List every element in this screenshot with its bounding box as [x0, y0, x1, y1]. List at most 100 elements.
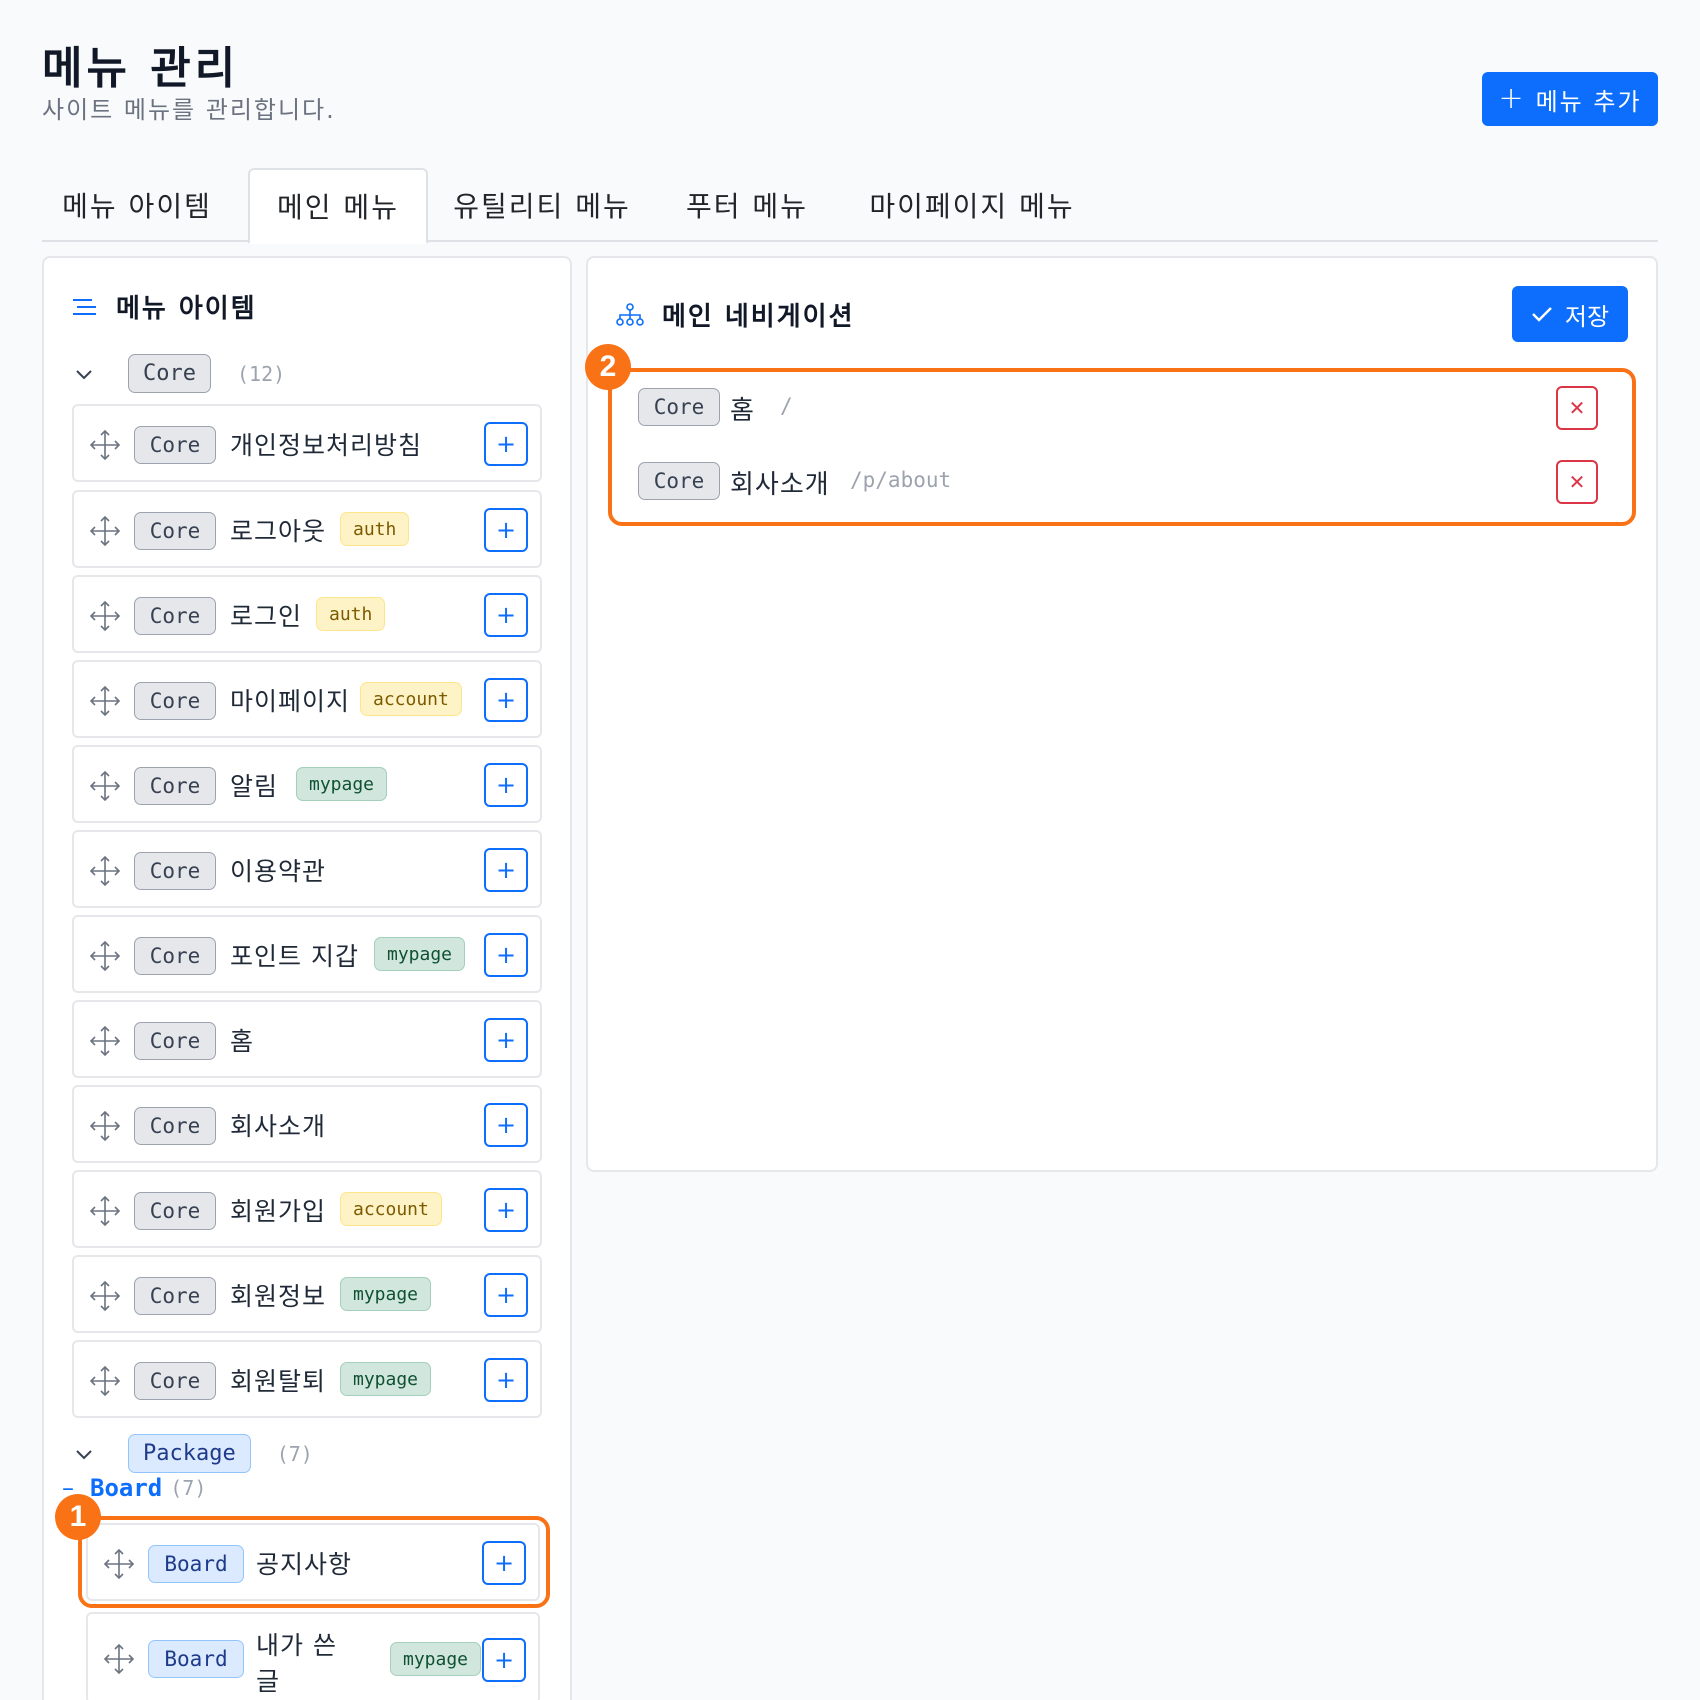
source-badge: Core: [134, 1277, 216, 1315]
menu-item-row[interactable]: Core 개인정보처리방침 +: [72, 404, 542, 482]
tab-mypage-menu[interactable]: 마이페이지 메뉴: [852, 168, 1092, 242]
check-icon: [1532, 307, 1552, 322]
menu-item-row[interactable]: Core 홈 +: [72, 1000, 542, 1078]
add-menu-button[interactable]: + 메뉴 추가: [1482, 72, 1658, 126]
move-icon[interactable]: [88, 599, 122, 633]
move-icon[interactable]: [88, 939, 122, 973]
add-item-button[interactable]: +: [484, 848, 528, 892]
menu-item-row[interactable]: Core 포인트 지갑 mypage +: [72, 915, 542, 993]
item-tag: account: [360, 682, 462, 716]
move-icon[interactable]: [88, 1024, 122, 1058]
add-item-button[interactable]: +: [484, 933, 528, 977]
add-item-button[interactable]: +: [482, 1638, 526, 1682]
add-item-button[interactable]: +: [484, 1358, 528, 1402]
move-icon[interactable]: [88, 1364, 122, 1398]
add-item-button[interactable]: +: [484, 678, 528, 722]
add-item-button[interactable]: +: [484, 593, 528, 637]
menu-item-row[interactable]: Core 회원탈퇴 mypage +: [72, 1340, 542, 1418]
menu-items-panel-header: 메뉴 아이템: [72, 288, 257, 325]
add-item-button[interactable]: +: [484, 1018, 528, 1062]
sitemap-icon: [616, 302, 644, 326]
item-label: 알림: [230, 772, 279, 801]
page-title: 메뉴 관리: [42, 43, 240, 94]
item-tag: auth: [340, 512, 410, 546]
menu-item-row[interactable]: Core 로그인 auth +: [72, 575, 542, 653]
source-badge: Core: [134, 1107, 216, 1145]
item-label: 회원정보: [230, 1282, 327, 1311]
item-tag: account: [340, 1192, 442, 1226]
source-badge: Core: [134, 1192, 216, 1230]
item-tag: mypage: [340, 1362, 432, 1396]
add-item-button[interactable]: +: [484, 422, 528, 466]
item-label: 홈: [230, 1027, 255, 1056]
item-tag: mypage: [340, 1277, 432, 1311]
add-item-button[interactable]: +: [484, 1103, 528, 1147]
item-label: 마이페이지: [230, 687, 351, 716]
subgroup-count: (7): [170, 1476, 207, 1500]
menu-item-row[interactable]: Core 회사소개 +: [72, 1085, 542, 1163]
add-item-button[interactable]: +: [484, 1273, 528, 1317]
menu-item-row[interactable]: Core 회원정보 mypage +: [72, 1255, 542, 1333]
group-count: (12): [236, 361, 286, 386]
highlight-box-2: [608, 368, 1636, 526]
tab-utility-menu[interactable]: 유틸리티 메뉴: [442, 168, 642, 242]
menu-tabs: 메뉴 아이템 메인 메뉴 유틸리티 메뉴 푸터 메뉴 마이페이지 메뉴: [42, 168, 1658, 244]
main-navigation-header: 메인 네비게이션: [616, 296, 855, 333]
add-item-button[interactable]: +: [484, 763, 528, 807]
add-menu-label: 메뉴 추가: [1535, 87, 1642, 116]
move-icon[interactable]: [88, 1279, 122, 1313]
source-badge: Core: [134, 512, 216, 550]
group-badge: Core: [128, 354, 211, 393]
source-badge: Core: [134, 852, 216, 890]
tab-footer-menu[interactable]: 푸터 메뉴: [662, 168, 832, 242]
menu-items-panel-title: 메뉴 아이템: [116, 294, 257, 324]
chevron-down-icon: [76, 369, 92, 379]
add-item-button[interactable]: +: [484, 1188, 528, 1232]
item-label: 회원가입: [230, 1197, 327, 1226]
move-icon[interactable]: [102, 1642, 136, 1676]
item-tag: mypage: [390, 1642, 482, 1676]
item-tag: auth: [316, 597, 386, 631]
menu-item-row[interactable]: Board 내가 쓴 글 mypage +: [86, 1612, 540, 1700]
save-button[interactable]: 저장: [1512, 286, 1628, 342]
annotation-marker-2: 2: [585, 344, 631, 390]
group-header-core[interactable]: Core (12): [74, 354, 285, 393]
source-badge: Core: [134, 1362, 216, 1400]
menu-item-row[interactable]: Core 회원가입 account +: [72, 1170, 542, 1248]
move-icon[interactable]: [88, 854, 122, 888]
item-label-line1: 내가 쓴: [256, 1631, 337, 1660]
move-icon[interactable]: [88, 769, 122, 803]
group-count: (7): [276, 1441, 313, 1466]
add-item-button[interactable]: +: [484, 508, 528, 552]
move-icon[interactable]: [88, 684, 122, 718]
tab-main-menu[interactable]: 메인 메뉴: [248, 168, 428, 244]
menu-item-row[interactable]: Core 이용약관 +: [72, 830, 542, 908]
item-label: 이용약관: [230, 857, 327, 886]
item-label: 로그아웃: [230, 517, 327, 546]
move-icon[interactable]: [88, 428, 122, 462]
menu-item-row[interactable]: Core 로그아웃 auth +: [72, 490, 542, 568]
annotation-marker-1: 1: [55, 1494, 101, 1540]
menu-item-row[interactable]: Core 마이페이지 account +: [72, 660, 542, 738]
move-icon[interactable]: [88, 1109, 122, 1143]
save-label: 저장: [1564, 302, 1610, 331]
item-label: 로그인: [230, 602, 303, 631]
source-badge: Core: [134, 937, 216, 975]
item-label-line2: 글: [256, 1667, 281, 1696]
group-header-package[interactable]: Package (7): [74, 1434, 313, 1473]
source-badge: Core: [134, 682, 216, 720]
source-badge: Board: [148, 1640, 244, 1678]
move-icon[interactable]: [88, 514, 122, 548]
menu-management-page: 메뉴 관리 사이트 메뉴를 관리합니다. + 메뉴 추가 메뉴 아이템 메인 메…: [0, 0, 1700, 1700]
source-badge: Core: [134, 767, 216, 805]
source-badge: Core: [134, 1022, 216, 1060]
item-tag: mypage: [374, 937, 466, 971]
chevron-down-icon: [76, 1449, 92, 1459]
menu-item-row[interactable]: Core 알림 mypage +: [72, 745, 542, 823]
list-icon: [73, 298, 96, 315]
move-icon[interactable]: [88, 1194, 122, 1228]
page-subtitle: 사이트 메뉴를 관리합니다.: [42, 96, 336, 124]
tab-menu-items[interactable]: 메뉴 아이템: [42, 168, 232, 242]
source-badge: Core: [134, 597, 216, 635]
highlight-box-1: [78, 1516, 550, 1608]
